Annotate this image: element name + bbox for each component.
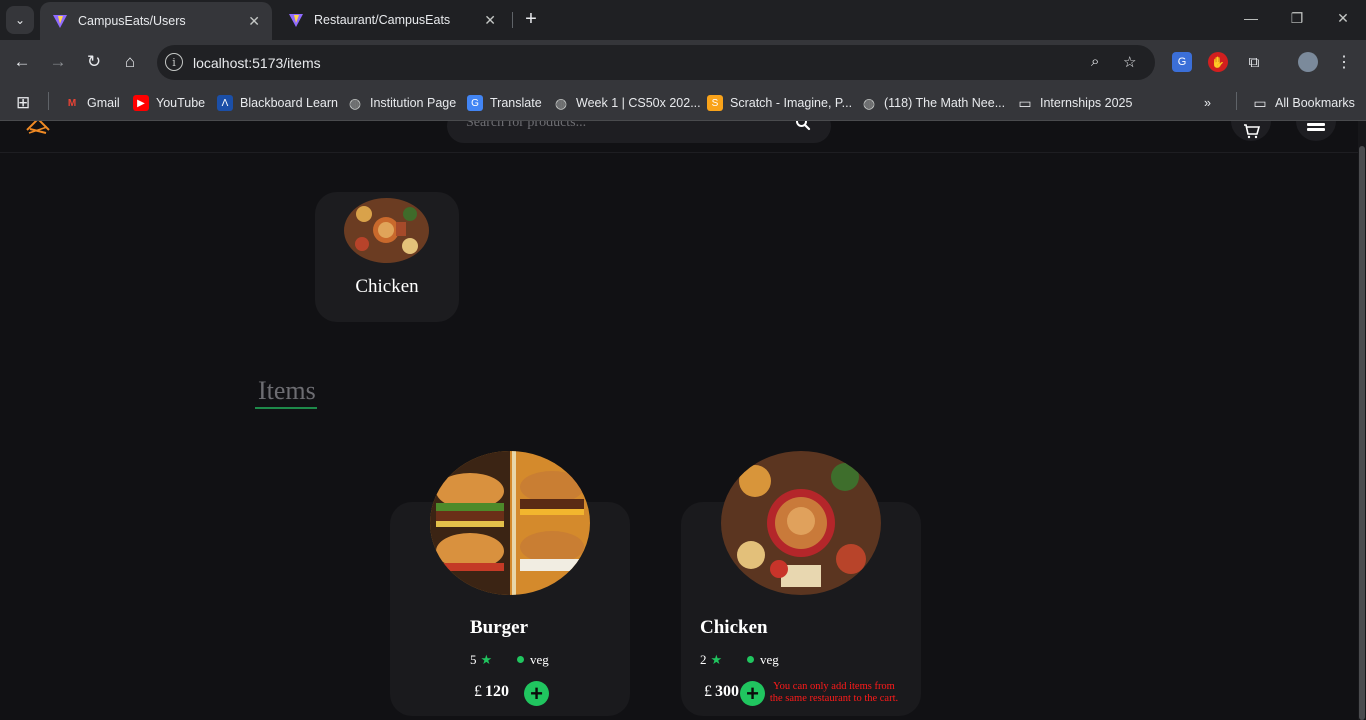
- restore-icon[interactable]: ❐: [1287, 10, 1307, 27]
- browser-tab-bar: ⌄ CampusEats/Users ✕ Restaurant/CampusEa…: [0, 0, 1366, 40]
- new-tab-button[interactable]: +: [520, 8, 542, 30]
- product-search-input[interactable]: [466, 121, 766, 131]
- bookmark-cs50[interactable]: ◍ Week 1 | CS50x 202...: [553, 93, 701, 113]
- google-translate-extension-icon[interactable]: G: [1172, 52, 1192, 72]
- campuseats-logo-icon[interactable]: [24, 121, 52, 141]
- item-name: Chicken: [700, 617, 768, 638]
- zoom-icon[interactable]: ⌕: [1091, 53, 1099, 70]
- folder-icon: ▭: [1018, 94, 1032, 111]
- cart-icon: [1244, 124, 1261, 139]
- globe-icon: ◍: [862, 94, 876, 111]
- translate-icon: G: [467, 95, 483, 111]
- hamburger-menu-button[interactable]: [1296, 121, 1336, 141]
- more-bookmarks-icon[interactable]: »: [1204, 93, 1211, 113]
- vite-favicon-icon: [289, 14, 303, 27]
- globe-icon: ◍: [554, 94, 568, 111]
- veg-label: veg: [530, 652, 549, 667]
- tab-close-icon[interactable]: ✕: [248, 13, 260, 30]
- reload-icon[interactable]: ↻: [82, 50, 106, 74]
- cart-button[interactable]: [1231, 121, 1271, 141]
- item-name: Burger: [470, 617, 529, 638]
- bookmarks-divider: [48, 92, 49, 110]
- star-icon: ★: [480, 652, 493, 667]
- back-arrow-icon[interactable]: ←: [10, 50, 34, 74]
- veg-indicator-icon: [747, 656, 754, 663]
- bookmarks-bar: ⊞ M Gmail ▶ YouTube Λ Blackboard Learn ◍ Ins…: [0, 85, 1366, 121]
- tab-close-icon[interactable]: ✕: [484, 12, 496, 29]
- category-card-chicken[interactable]: Chicken: [315, 192, 459, 322]
- product-search-bar: [447, 121, 831, 143]
- browser-toolbar: ← → ↻ ⌂ i localhost:5173/items ⌕ ☆ G ✋ ⧉…: [0, 40, 1366, 85]
- plus-icon: +: [530, 680, 543, 706]
- scratch-icon: S: [707, 95, 723, 111]
- bookmark-youtube[interactable]: ▶ YouTube: [133, 93, 205, 113]
- profile-avatar-icon[interactable]: [1298, 52, 1318, 72]
- bookmarks-divider: [1236, 92, 1237, 110]
- blackboard-icon: Λ: [217, 95, 233, 111]
- gmail-icon: M: [67, 97, 77, 109]
- scrollbar-thumb[interactable]: [1359, 146, 1365, 720]
- bookmark-math[interactable]: ◍ (118) The Math Nee...: [861, 93, 1005, 113]
- apps-grid-icon[interactable]: ⊞: [16, 93, 30, 113]
- tab-title: CampusEats/Users: [78, 14, 186, 28]
- tab-title: Restaurant/CampusEats: [314, 13, 451, 27]
- address-bar[interactable]: i localhost:5173/items ⌕ ☆: [157, 45, 1155, 80]
- app-header: [0, 121, 1358, 153]
- folder-icon: ▭: [1253, 94, 1267, 111]
- close-window-icon[interactable]: ✕: [1333, 10, 1353, 27]
- star-icon: ★: [710, 652, 723, 667]
- url-text[interactable]: localhost:5173/items: [193, 55, 321, 71]
- home-icon[interactable]: ⌂: [118, 50, 142, 74]
- burger-image: [430, 451, 590, 595]
- minimize-icon[interactable]: —: [1241, 10, 1261, 26]
- veg-indicator-icon: [517, 656, 524, 663]
- page-scrollbar[interactable]: [1358, 121, 1366, 720]
- site-info-icon[interactable]: i: [165, 53, 183, 71]
- section-underline: [255, 407, 317, 409]
- tab-campuseats-users[interactable]: CampusEats/Users ✕: [40, 2, 272, 40]
- extensions-puzzle-icon[interactable]: ⧉: [1244, 52, 1264, 72]
- tab-restaurant-campuseats[interactable]: Restaurant/CampusEats ✕: [276, 0, 508, 40]
- category-label: Chicken: [355, 276, 419, 297]
- globe-icon: ◍: [348, 94, 362, 111]
- youtube-icon: ▶: [133, 95, 149, 111]
- hamburger-menu-icon: [1307, 123, 1325, 131]
- chicken-image: [721, 451, 881, 595]
- items-section-title: Items: [258, 376, 316, 405]
- page-viewport: Chicken Items Burger 5★ veg £120 +: [0, 121, 1366, 720]
- bookmark-translate[interactable]: G Translate: [467, 93, 542, 113]
- item-rating: 5 ★: [470, 652, 493, 667]
- all-bookmarks-folder[interactable]: ▭ All Bookmarks: [1252, 93, 1355, 113]
- item-rating: 2 ★: [700, 652, 723, 667]
- item-price: £120: [474, 683, 509, 700]
- bookmark-blackboard[interactable]: Λ Blackboard Learn: [217, 93, 338, 113]
- bookmark-scratch[interactable]: S Scratch - Imagine, P...: [707, 93, 852, 113]
- cart-restriction-warning: You can only add items from the same res…: [769, 681, 899, 704]
- forward-arrow-icon[interactable]: →: [46, 50, 70, 74]
- bookmark-internships-folder[interactable]: ▭ Internships 2025: [1017, 93, 1132, 113]
- bookmark-star-icon[interactable]: ☆: [1123, 53, 1136, 71]
- veg-label: veg: [760, 652, 779, 667]
- add-to-cart-button[interactable]: +: [524, 681, 549, 706]
- search-icon[interactable]: [795, 121, 811, 131]
- browser-menu-icon[interactable]: ⋮: [1334, 52, 1354, 72]
- add-to-cart-button[interactable]: +: [740, 681, 765, 706]
- vite-favicon-icon: [53, 15, 67, 28]
- bookmark-institution[interactable]: ◍ Institution Page: [347, 93, 456, 113]
- tab-search-button[interactable]: ⌄: [6, 6, 34, 34]
- category-image: [344, 198, 429, 263]
- tab-divider: [512, 12, 513, 28]
- plus-icon: +: [746, 680, 759, 706]
- adblock-extension-icon[interactable]: ✋: [1208, 52, 1228, 72]
- item-price: £300: [704, 683, 739, 700]
- bookmark-gmail[interactable]: M Gmail: [64, 93, 120, 113]
